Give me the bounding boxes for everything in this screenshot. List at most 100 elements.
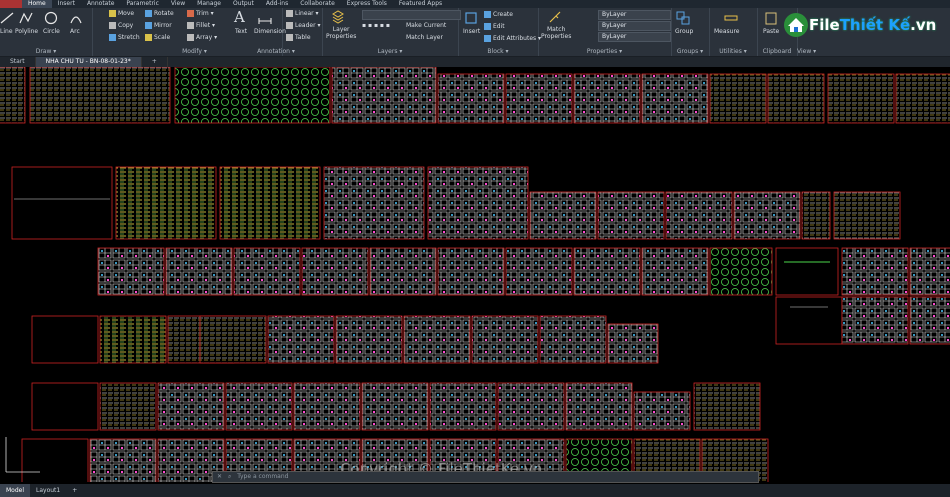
tab-manage[interactable]: Manage: [191, 0, 227, 8]
array-icon: [187, 34, 194, 41]
stretch-button[interactable]: Stretch: [109, 34, 140, 41]
command-line[interactable]: ✕ ⌕ Type a command: [212, 471, 759, 483]
arc-button[interactable]: Arc: [70, 28, 80, 35]
tab-annotate[interactable]: Annotate: [81, 0, 120, 8]
logo-house-icon: [784, 13, 808, 37]
app-menu-button[interactable]: [0, 0, 22, 8]
sheet-row-4: [31, 315, 659, 364]
block-panel-title[interactable]: Block ▾: [458, 48, 538, 55]
circle-icon[interactable]: [44, 11, 58, 25]
annotation-panel: A Text Dimension Linear ▾ Leader ▾ Table…: [230, 8, 323, 56]
table-button[interactable]: Table: [286, 34, 311, 41]
insert-icon[interactable]: [464, 11, 478, 25]
edit-attributes-button[interactable]: Edit Attributes ▾: [484, 35, 541, 42]
mirror-icon: [145, 22, 152, 29]
tab-featured-apps[interactable]: Featured Apps: [393, 0, 448, 8]
tab-home[interactable]: Home: [22, 0, 52, 8]
fillet-button[interactable]: Fillet ▾: [187, 22, 215, 29]
polyline-icon[interactable]: [19, 11, 33, 25]
arc-icon[interactable]: [69, 11, 83, 25]
scale-button[interactable]: Scale: [145, 34, 170, 41]
rotate-button[interactable]: Rotate: [145, 10, 174, 17]
leader-icon: [286, 22, 293, 29]
tab-output[interactable]: Output: [227, 0, 260, 8]
linetype-dropdown[interactable]: ByLayer: [598, 21, 671, 31]
match-properties-icon[interactable]: [548, 10, 562, 24]
group-icon[interactable]: [676, 11, 690, 25]
mirror-label: Mirror: [154, 22, 172, 29]
group-button[interactable]: Group: [675, 28, 693, 35]
tab-start[interactable]: Start: [0, 57, 36, 67]
stretch-label: Stretch: [118, 34, 140, 41]
tab-view[interactable]: View: [165, 0, 191, 8]
mirror-button[interactable]: Mirror: [145, 22, 172, 29]
edit-label: Edit: [493, 23, 505, 30]
trim-label: Trim ▾: [196, 10, 214, 17]
trim-icon: [187, 10, 194, 17]
create-button[interactable]: Create: [484, 11, 513, 18]
trim-button[interactable]: Trim ▾: [187, 10, 214, 17]
tab-parametric[interactable]: Parametric: [120, 0, 165, 8]
match-layer-button[interactable]: Match Layer: [406, 34, 443, 41]
drawing-canvas[interactable]: [0, 67, 950, 482]
groups-panel-title[interactable]: Groups ▾: [671, 48, 709, 55]
tab-collaborate[interactable]: Collaborate: [294, 0, 341, 8]
annotation-panel-title[interactable]: Annotation ▾: [230, 48, 322, 55]
circle-button[interactable]: Circle: [43, 28, 60, 35]
logo-part-1: File: [809, 16, 840, 34]
tab-insert[interactable]: Insert: [52, 0, 81, 8]
edit-button[interactable]: Edit: [484, 23, 505, 30]
tab-add-ins[interactable]: Add-ins: [260, 0, 294, 8]
line-button[interactable]: Line: [0, 28, 13, 35]
paste-icon[interactable]: [764, 11, 778, 25]
draw-panel-title[interactable]: Draw ▾: [0, 48, 92, 55]
logo-text: FileThiết Kế.vn: [809, 16, 936, 34]
tab-express-tools[interactable]: Express Tools: [341, 0, 393, 8]
layers-panel-title[interactable]: Layers ▾: [322, 48, 458, 55]
measure-button[interactable]: Measure: [714, 28, 740, 35]
layer-dropdown[interactable]: [362, 10, 461, 20]
text-icon[interactable]: A: [234, 8, 245, 26]
move-icon: [109, 10, 116, 17]
utilities-panel-title[interactable]: Utilities ▾: [709, 48, 757, 55]
layers-panel: Layer Properties ▪ ▪ ▪ ▪ ▪ Make Current M…: [322, 8, 461, 56]
measure-icon[interactable]: [724, 11, 738, 25]
groups-panel: Group Groups ▾: [671, 8, 710, 56]
document-tab-bar: Start NHA CHU TU - BN-08-01-23* +: [0, 57, 950, 67]
command-input[interactable]: Type a command: [237, 473, 288, 480]
tab-model[interactable]: Model: [0, 484, 31, 497]
tab-layout1[interactable]: Layout1: [30, 484, 66, 497]
layer-properties-button[interactable]: Layer Properties: [326, 26, 356, 40]
sheet-layout: [0, 67, 950, 482]
match-properties-button[interactable]: Match Properties: [541, 26, 571, 40]
color-dropdown[interactable]: ByLayer: [598, 10, 671, 20]
text-button[interactable]: Text: [235, 28, 247, 35]
linear-icon: [286, 10, 293, 17]
make-current-button[interactable]: Make Current: [406, 22, 446, 29]
dimension-icon[interactable]: [258, 11, 272, 25]
linear-button[interactable]: Linear ▾: [286, 10, 319, 17]
rotate-icon: [145, 10, 152, 17]
match-layer-label: Match Layer: [406, 34, 443, 41]
tab-drawing[interactable]: NHA CHU TU - BN-08-01-23*: [35, 57, 142, 67]
polyline-button[interactable]: Polyline: [15, 28, 38, 35]
array-button[interactable]: Array ▾: [187, 34, 217, 41]
view-panel-title[interactable]: View ▾: [797, 48, 950, 55]
lineweight-dropdown[interactable]: ByLayer: [598, 32, 671, 42]
new-tab-button[interactable]: +: [142, 57, 168, 67]
leader-button[interactable]: Leader ▾: [286, 22, 321, 29]
paste-button[interactable]: Paste: [763, 28, 779, 35]
move-button[interactable]: Move: [109, 10, 134, 17]
copy-button[interactable]: Copy: [109, 22, 133, 29]
dimension-button[interactable]: Dimension: [254, 28, 286, 35]
line-icon[interactable]: [0, 11, 14, 25]
insert-button[interactable]: Insert: [463, 28, 480, 35]
move-label: Move: [118, 10, 135, 17]
command-close-icon[interactable]: ✕: [213, 473, 226, 480]
copy-label: Copy: [118, 22, 134, 29]
clipboard-panel-title: Clipboard: [762, 48, 792, 55]
add-layout-button[interactable]: +: [66, 484, 83, 497]
array-label: Array ▾: [196, 34, 218, 41]
properties-panel-title[interactable]: Properties ▾: [538, 48, 671, 55]
layer-properties-icon[interactable]: [331, 10, 345, 24]
